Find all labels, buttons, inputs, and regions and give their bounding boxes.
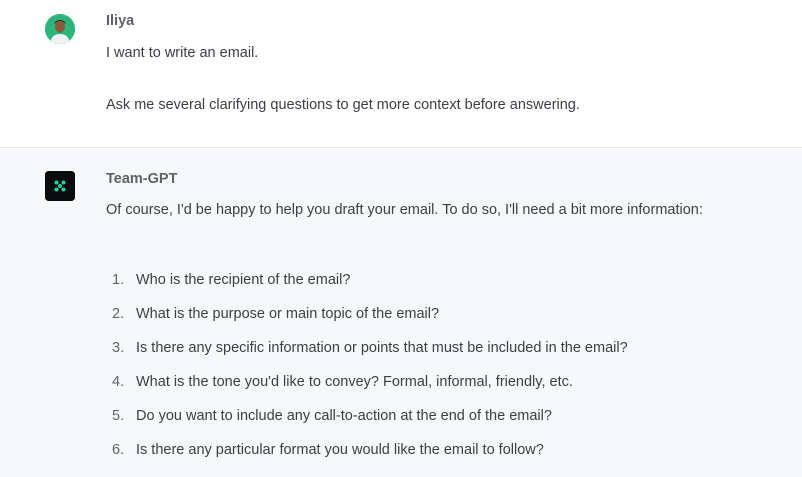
chat-thread: Iliya I want to write an email. Ask me s…: [0, 0, 802, 477]
list-item-number: 6.: [112, 442, 125, 458]
list-item: 1. Who is the recipient of the email?: [106, 267, 746, 301]
list-item-number: 2.: [112, 306, 125, 322]
assistant-intro: Of course, I'd be happy to help you draf…: [106, 202, 703, 218]
list-item-number: 4.: [112, 374, 125, 390]
question-list: 1. Who is the recipient of the email? 2.…: [106, 267, 746, 471]
list-item-number: 1.: [112, 272, 125, 288]
list-item-text: Is there any particular format you would…: [136, 442, 544, 458]
list-item-number: 3.: [112, 340, 125, 356]
list-item: 3. Is there any specific information or …: [106, 335, 746, 369]
user-message-line-2: Ask me several clarifying questions to g…: [106, 97, 580, 113]
list-item-text: Who is the recipient of the email?: [136, 272, 351, 288]
list-item-number: 5.: [112, 408, 125, 424]
user-photo-icon: [45, 14, 75, 44]
list-item-text: Is there any specific information or poi…: [136, 340, 628, 356]
assistant-avatar: [45, 171, 75, 201]
user-avatar: [45, 14, 75, 44]
user-message-line-1: I want to write an email.: [106, 45, 259, 61]
assistant-author-name: Team-GPT: [106, 171, 178, 187]
user-message: Iliya I want to write an email. Ask me s…: [0, 0, 802, 148]
list-item-text: What is the tone you'd like to convey? F…: [136, 374, 573, 390]
user-author-name: Iliya: [106, 13, 135, 29]
list-item: 6. Is there any particular format you wo…: [106, 437, 746, 471]
list-item: 5. Do you want to include any call-to-ac…: [106, 403, 746, 437]
list-item-text: What is the purpose or main topic of the…: [136, 306, 440, 322]
assistant-message: Team-GPT Of course, I'd be happy to help…: [0, 149, 802, 477]
list-item-text: Do you want to include any call-to-actio…: [136, 408, 552, 424]
list-item: 4. What is the tone you'd like to convey…: [106, 369, 746, 403]
list-item: 2. What is the purpose or main topic of …: [106, 301, 746, 335]
team-gpt-logo-icon: [45, 171, 75, 201]
